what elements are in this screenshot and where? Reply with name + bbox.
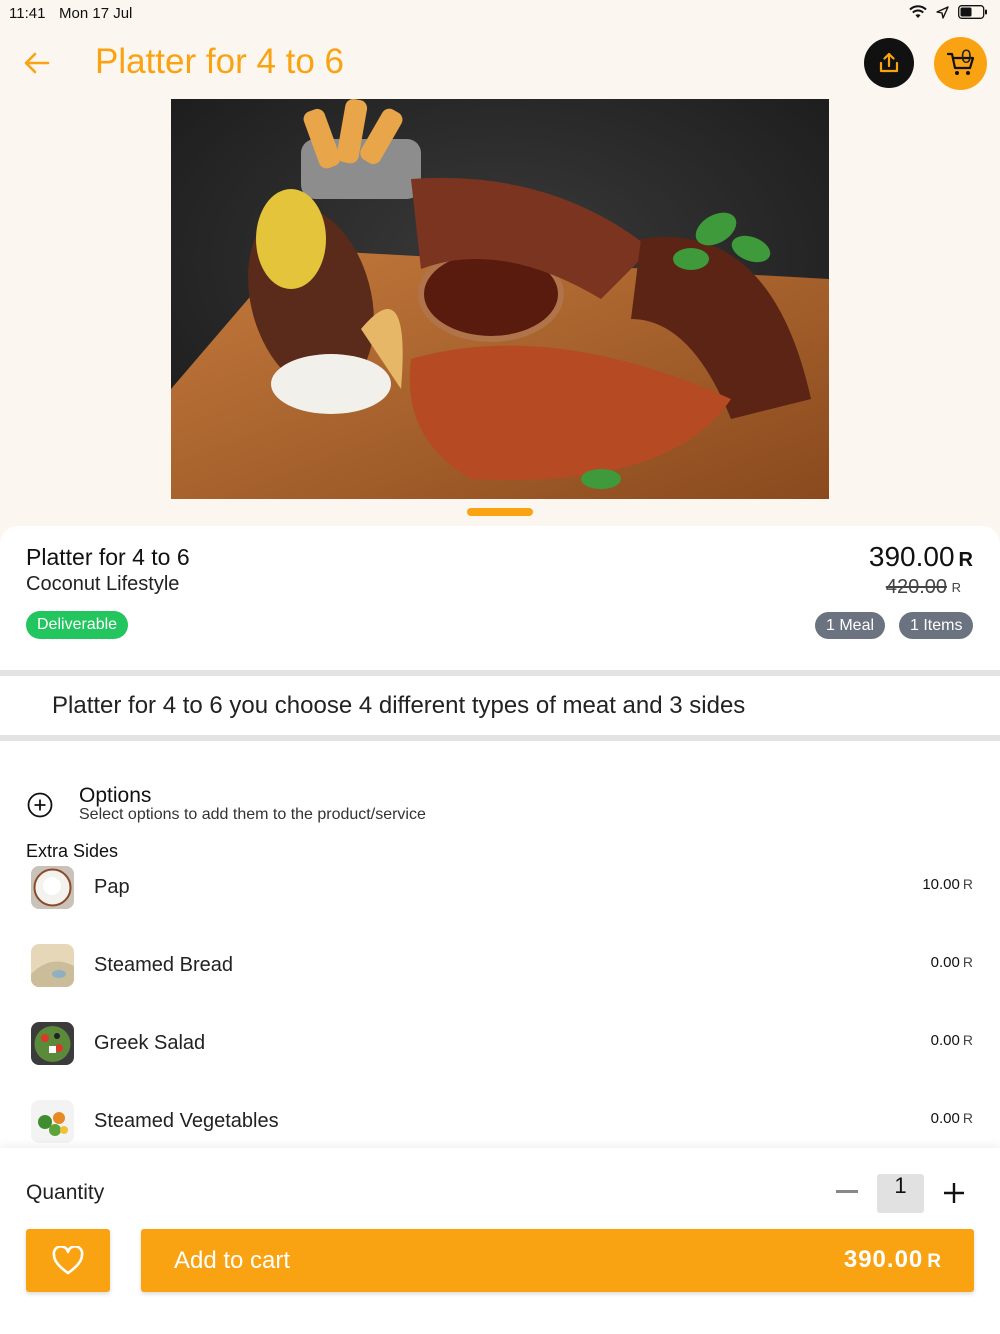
option-price-unit: R [962, 876, 973, 892]
pap-thumbnail [31, 866, 74, 909]
cart-count-badge: 0 [961, 47, 972, 68]
add-price-value: 390.00 [843, 1246, 924, 1273]
share-button[interactable] [864, 38, 914, 88]
status-date: Mon 17 Jul [59, 5, 133, 22]
option-price: 10.00 R [922, 876, 973, 893]
options-subtitle: Select options to add them to the produc… [79, 806, 426, 823]
arrow-left-icon [24, 52, 50, 74]
share-icon [879, 52, 899, 73]
option-name: Steamed Vegetables [94, 1110, 279, 1132]
option-price-value: 0.00 [930, 1032, 960, 1049]
price-unit: R [958, 549, 973, 571]
option-pap[interactable]: Pap 10.00 R [0, 866, 1000, 926]
option-price-unit: R [962, 954, 973, 970]
minus-icon[interactable] [836, 1190, 858, 1193]
plus-icon[interactable] [942, 1181, 966, 1205]
heart-icon [52, 1245, 84, 1274]
status-icons [909, 5, 988, 19]
option-price-value: 0.00 [930, 1110, 960, 1127]
greek-salad-thumbnail [31, 1022, 74, 1065]
meal-tag: 1 Meal [815, 612, 886, 639]
favorite-button[interactable] [26, 1229, 110, 1292]
product-price: 390.00 R [869, 541, 973, 573]
product-description: Platter for 4 to 6 you choose 4 differen… [52, 692, 746, 719]
option-steamed-bread[interactable]: Steamed Bread 0.00 R [0, 944, 1000, 1004]
steamed-vegetables-thumbnail [31, 1100, 74, 1143]
status-bar: 11:41 Mon 17 Jul [0, 0, 1000, 28]
option-name: Pap [94, 876, 130, 898]
product-info-card: Platter for 4 to 6 Coconut Lifestyle Del… [0, 526, 1000, 670]
add-price-unit: R [927, 1251, 942, 1272]
page-title: Platter for 4 to 6 [95, 42, 345, 81]
battery-icon [958, 5, 987, 19]
option-price-value: 0.00 [930, 954, 960, 971]
divider [0, 735, 1000, 741]
option-name: Steamed Bread [94, 954, 233, 976]
product-old-price: 420.00 [885, 576, 947, 598]
option-greek-salad[interactable]: Greek Salad 0.00 R [0, 1022, 1000, 1082]
cart-button[interactable]: 0 [934, 37, 987, 90]
items-tag: 1 Items [899, 612, 974, 639]
status-time: 11:41 [9, 5, 46, 22]
option-name: Greek Salad [94, 1032, 206, 1054]
option-price: 0.00 R [931, 1032, 973, 1049]
option-price-value: 10.00 [922, 876, 960, 893]
option-price: 0.00 R [931, 1110, 973, 1127]
extra-sides-title: Extra Sides [26, 841, 119, 861]
wifi-icon [909, 5, 927, 18]
option-price: 0.00 R [931, 954, 973, 971]
quantity-input[interactable]: 1 [877, 1174, 924, 1213]
old-price-unit: R [951, 580, 961, 595]
location-icon [936, 5, 949, 19]
add-to-cart-label: Add to cart [174, 1247, 291, 1274]
product-image [171, 99, 829, 499]
option-price-unit: R [962, 1032, 973, 1048]
deliverable-badge: Deliverable [26, 611, 129, 639]
add-to-cart-button[interactable]: Add to cart 390.00 R [141, 1229, 974, 1292]
plus-circle-icon [27, 792, 53, 818]
back-button[interactable] [20, 46, 54, 80]
divider [0, 670, 1000, 676]
price-value: 390.00 [868, 541, 955, 572]
image-page-indicator[interactable] [467, 508, 533, 516]
steamed-bread-thumbnail [31, 944, 74, 987]
options-title: Options [79, 784, 152, 807]
option-price-unit: R [962, 1110, 973, 1126]
product-vendor: Coconut Lifestyle [26, 573, 180, 595]
add-to-cart-price: 390.00 R [844, 1246, 942, 1274]
quantity-label: Quantity [26, 1181, 105, 1204]
product-name: Platter for 4 to 6 [26, 544, 190, 570]
footer-bar: Quantity 1 Add to cart 390.00 R [0, 1148, 1000, 1334]
